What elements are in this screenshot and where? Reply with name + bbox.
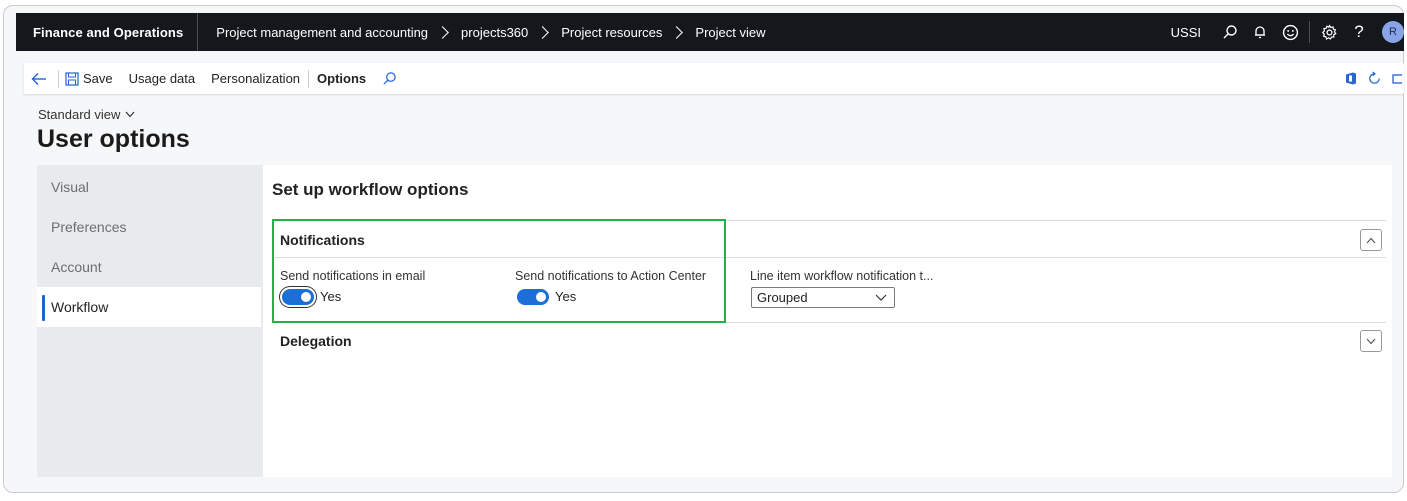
divider bbox=[308, 69, 310, 88]
expand-button[interactable] bbox=[1360, 330, 1382, 352]
page-title: User options bbox=[37, 125, 190, 153]
chevron-right-icon bbox=[670, 25, 684, 39]
highlight-box bbox=[272, 219, 726, 323]
breadcrumb-item[interactable]: Project view bbox=[695, 25, 765, 40]
section-title: Set up workflow options bbox=[272, 180, 469, 199]
chevron-down-icon bbox=[1366, 338, 1376, 344]
chevron-right-icon bbox=[536, 25, 550, 39]
personalization-button[interactable]: Personalization bbox=[211, 71, 300, 86]
breadcrumb-item[interactable]: Project management and accounting bbox=[216, 25, 428, 40]
chevron-right-icon bbox=[436, 25, 449, 39]
open-in-new-window-icon[interactable] bbox=[1392, 72, 1402, 86]
nav-item-label: Preferences bbox=[51, 219, 127, 235]
nav-item-visual[interactable]: Visual bbox=[37, 167, 261, 207]
chevron-up-icon bbox=[1366, 237, 1376, 243]
action-bar: Save Usage data Personalization Options bbox=[24, 63, 1404, 94]
delegation-fasttab-header[interactable]: Delegation bbox=[280, 333, 352, 349]
divider bbox=[1309, 21, 1310, 43]
smiley-icon[interactable] bbox=[1275, 13, 1305, 51]
app-name[interactable]: Finance and Operations bbox=[16, 13, 199, 51]
top-nav-bar: Finance and Operations Project managemen… bbox=[16, 13, 1404, 51]
save-icon bbox=[65, 71, 79, 86]
breadcrumb: Project management and accounting projec… bbox=[198, 25, 765, 40]
gear-icon[interactable] bbox=[1314, 13, 1344, 51]
office-icon[interactable] bbox=[1345, 72, 1357, 85]
collapse-button[interactable] bbox=[1360, 229, 1382, 251]
nav-item-account[interactable]: Account bbox=[37, 247, 261, 287]
nav-item-label: Workflow bbox=[51, 299, 109, 315]
save-button[interactable]: Save bbox=[65, 71, 113, 86]
line-item-notification-dropdown[interactable]: Grouped bbox=[751, 287, 895, 308]
options-button[interactable]: Options bbox=[317, 71, 366, 86]
avatar[interactable]: R bbox=[1382, 21, 1404, 43]
chevron-down-icon bbox=[125, 111, 135, 118]
save-button-label: Save bbox=[83, 71, 113, 86]
divider bbox=[58, 69, 59, 88]
nav-item-workflow[interactable]: Workflow bbox=[37, 287, 261, 327]
bell-icon[interactable] bbox=[1245, 13, 1275, 51]
nav-item-label: Visual bbox=[51, 179, 89, 195]
usage-data-button[interactable]: Usage data bbox=[129, 71, 196, 86]
dropdown-value: Grouped bbox=[757, 290, 808, 305]
chevron-down-icon bbox=[875, 294, 887, 301]
company-selector[interactable]: USSI bbox=[1171, 25, 1215, 40]
refresh-icon[interactable] bbox=[1367, 71, 1382, 86]
active-indicator bbox=[42, 295, 45, 321]
help-icon[interactable]: ? bbox=[1344, 13, 1374, 51]
line-item-notification-label: Line item workflow notification t... bbox=[750, 269, 934, 283]
view-selector[interactable]: Standard view bbox=[38, 107, 135, 122]
breadcrumb-item[interactable]: Project resources bbox=[561, 25, 662, 40]
view-selector-label: Standard view bbox=[38, 107, 121, 122]
options-left-nav: Visual Preferences Account Workflow bbox=[37, 165, 263, 477]
nav-item-preferences[interactable]: Preferences bbox=[37, 207, 261, 247]
search-icon[interactable] bbox=[1215, 13, 1245, 51]
nav-item-label: Account bbox=[51, 259, 102, 275]
breadcrumb-item[interactable]: projects360 bbox=[461, 25, 528, 40]
back-arrow-icon[interactable] bbox=[24, 72, 54, 86]
search-icon[interactable] bbox=[382, 71, 397, 86]
